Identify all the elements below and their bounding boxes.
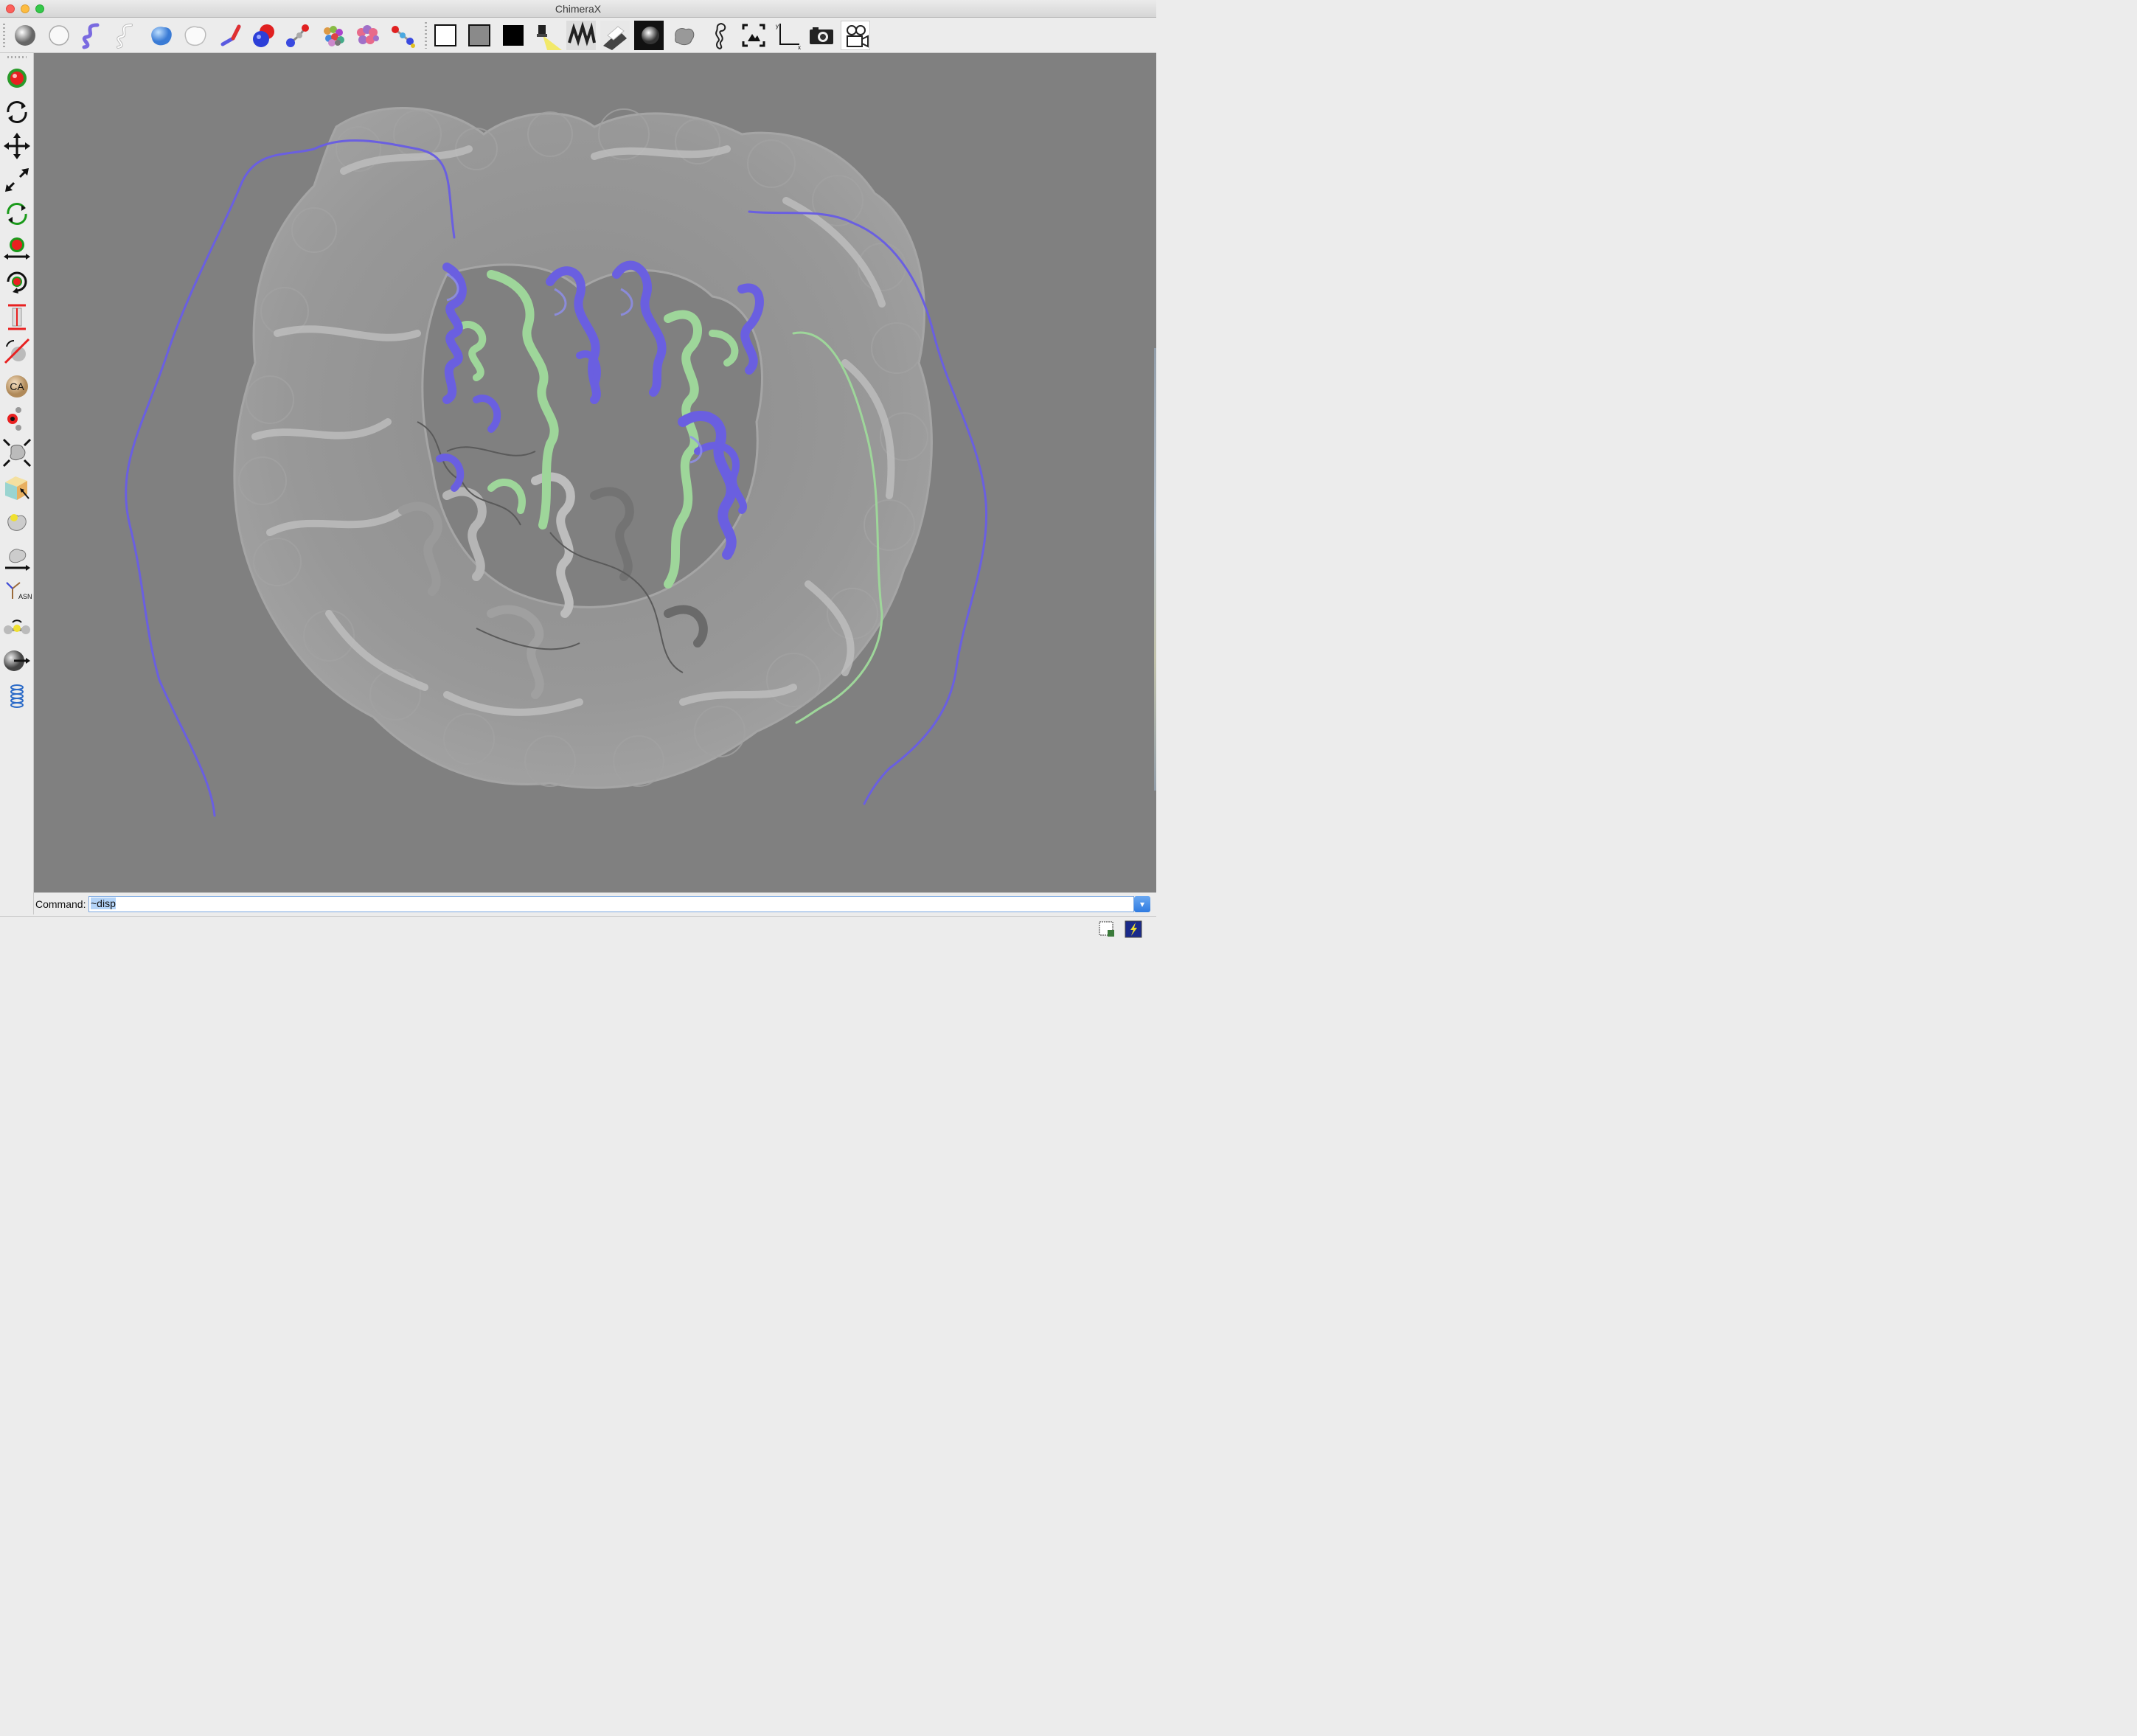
status-bar <box>0 916 1156 940</box>
snapshot-camera-icon[interactable] <box>807 21 836 50</box>
color-by-chain-icon[interactable] <box>319 21 348 50</box>
command-history-dropdown[interactable]: ▾ <box>1134 896 1150 912</box>
view-all-icon[interactable] <box>739 21 768 50</box>
surface-show-icon[interactable] <box>146 21 176 50</box>
ball-and-stick-icon[interactable] <box>283 21 313 50</box>
viewport-edge-strip <box>1154 348 1156 791</box>
top-toolbar: yx <box>0 18 1156 53</box>
surface-hide-icon[interactable] <box>180 21 209 50</box>
select-mouse-icon[interactable] <box>2 63 32 93</box>
color-by-element-icon[interactable] <box>388 21 417 50</box>
pick-blobs-icon[interactable] <box>2 507 32 537</box>
distance-icon[interactable] <box>2 302 32 332</box>
axes-icon[interactable]: yx <box>773 21 802 50</box>
bond-rotation-icon[interactable] <box>2 612 32 642</box>
window-title: ChimeraX <box>555 3 602 15</box>
move-planes-icon[interactable] <box>2 473 32 503</box>
label-icon[interactable]: CA <box>2 372 32 401</box>
rotate-selected-icon[interactable] <box>2 199 32 229</box>
delete-distance-icon[interactable] <box>2 336 32 366</box>
movie-camera-icon[interactable] <box>841 21 870 50</box>
command-line-bar: Command: ~disp ▾ <box>34 892 1156 916</box>
zoom-mouse-icon[interactable] <box>2 165 32 195</box>
pivot-icon[interactable] <box>2 404 32 434</box>
cartoon-hide-icon[interactable] <box>111 21 140 50</box>
move-picked-icon[interactable] <box>2 267 32 296</box>
stick-icon[interactable] <box>217 21 246 50</box>
log-window-icon[interactable] <box>1097 920 1116 939</box>
title-bar: ChimeraX <box>0 0 1156 18</box>
translate-selected-icon[interactable] <box>2 233 32 263</box>
tug-icon[interactable] <box>2 646 32 676</box>
cartoon-show-icon[interactable] <box>77 21 106 50</box>
svg-text:x: x <box>798 44 801 50</box>
rotate-mouse-icon[interactable] <box>2 97 32 127</box>
background-gray-icon[interactable] <box>465 21 494 50</box>
left-mouse-mode-toolbar: CA ASN <box>0 53 34 914</box>
translate-mouse-icon[interactable] <box>2 131 32 161</box>
svg-text:y: y <box>776 23 779 29</box>
map-move-icon[interactable] <box>2 543 32 572</box>
ca-label: CA <box>10 381 24 392</box>
swapaa-icon[interactable]: ASN <box>2 577 32 606</box>
command-label: Command: <box>35 898 86 910</box>
atoms-ball-icon[interactable] <box>10 21 40 50</box>
lighting-full-icon[interactable] <box>600 21 630 50</box>
toolbar-grip[interactable] <box>3 24 5 47</box>
molecule-render <box>125 107 988 817</box>
lighting-flat-icon[interactable] <box>634 21 664 50</box>
sphere-icon[interactable] <box>249 21 279 50</box>
lighting-simple-icon[interactable] <box>532 21 562 50</box>
color-by-polymer-icon[interactable] <box>352 21 382 50</box>
background-white-icon[interactable] <box>431 21 460 50</box>
zone-icon[interactable] <box>2 681 32 711</box>
chevron-down-icon: ▾ <box>1139 899 1145 909</box>
toolbar-separator <box>425 22 427 49</box>
map-contour-icon[interactable] <box>2 438 32 468</box>
atoms-hide-icon[interactable] <box>44 21 74 50</box>
background-black-icon[interactable] <box>498 21 528 50</box>
seahorse-icon[interactable] <box>705 21 734 50</box>
silhouette-icon[interactable] <box>670 21 699 50</box>
python-shell-icon[interactable] <box>1124 920 1143 939</box>
asn-label: ASN <box>18 593 32 600</box>
graphics-viewport[interactable] <box>34 53 1156 892</box>
command-input-text: ~disp <box>91 897 116 909</box>
molecular-surface <box>233 107 933 789</box>
lighting-soft-icon[interactable] <box>566 21 596 50</box>
toolbar-grip[interactable] <box>7 56 27 58</box>
command-input[interactable]: ~disp <box>88 896 1134 912</box>
